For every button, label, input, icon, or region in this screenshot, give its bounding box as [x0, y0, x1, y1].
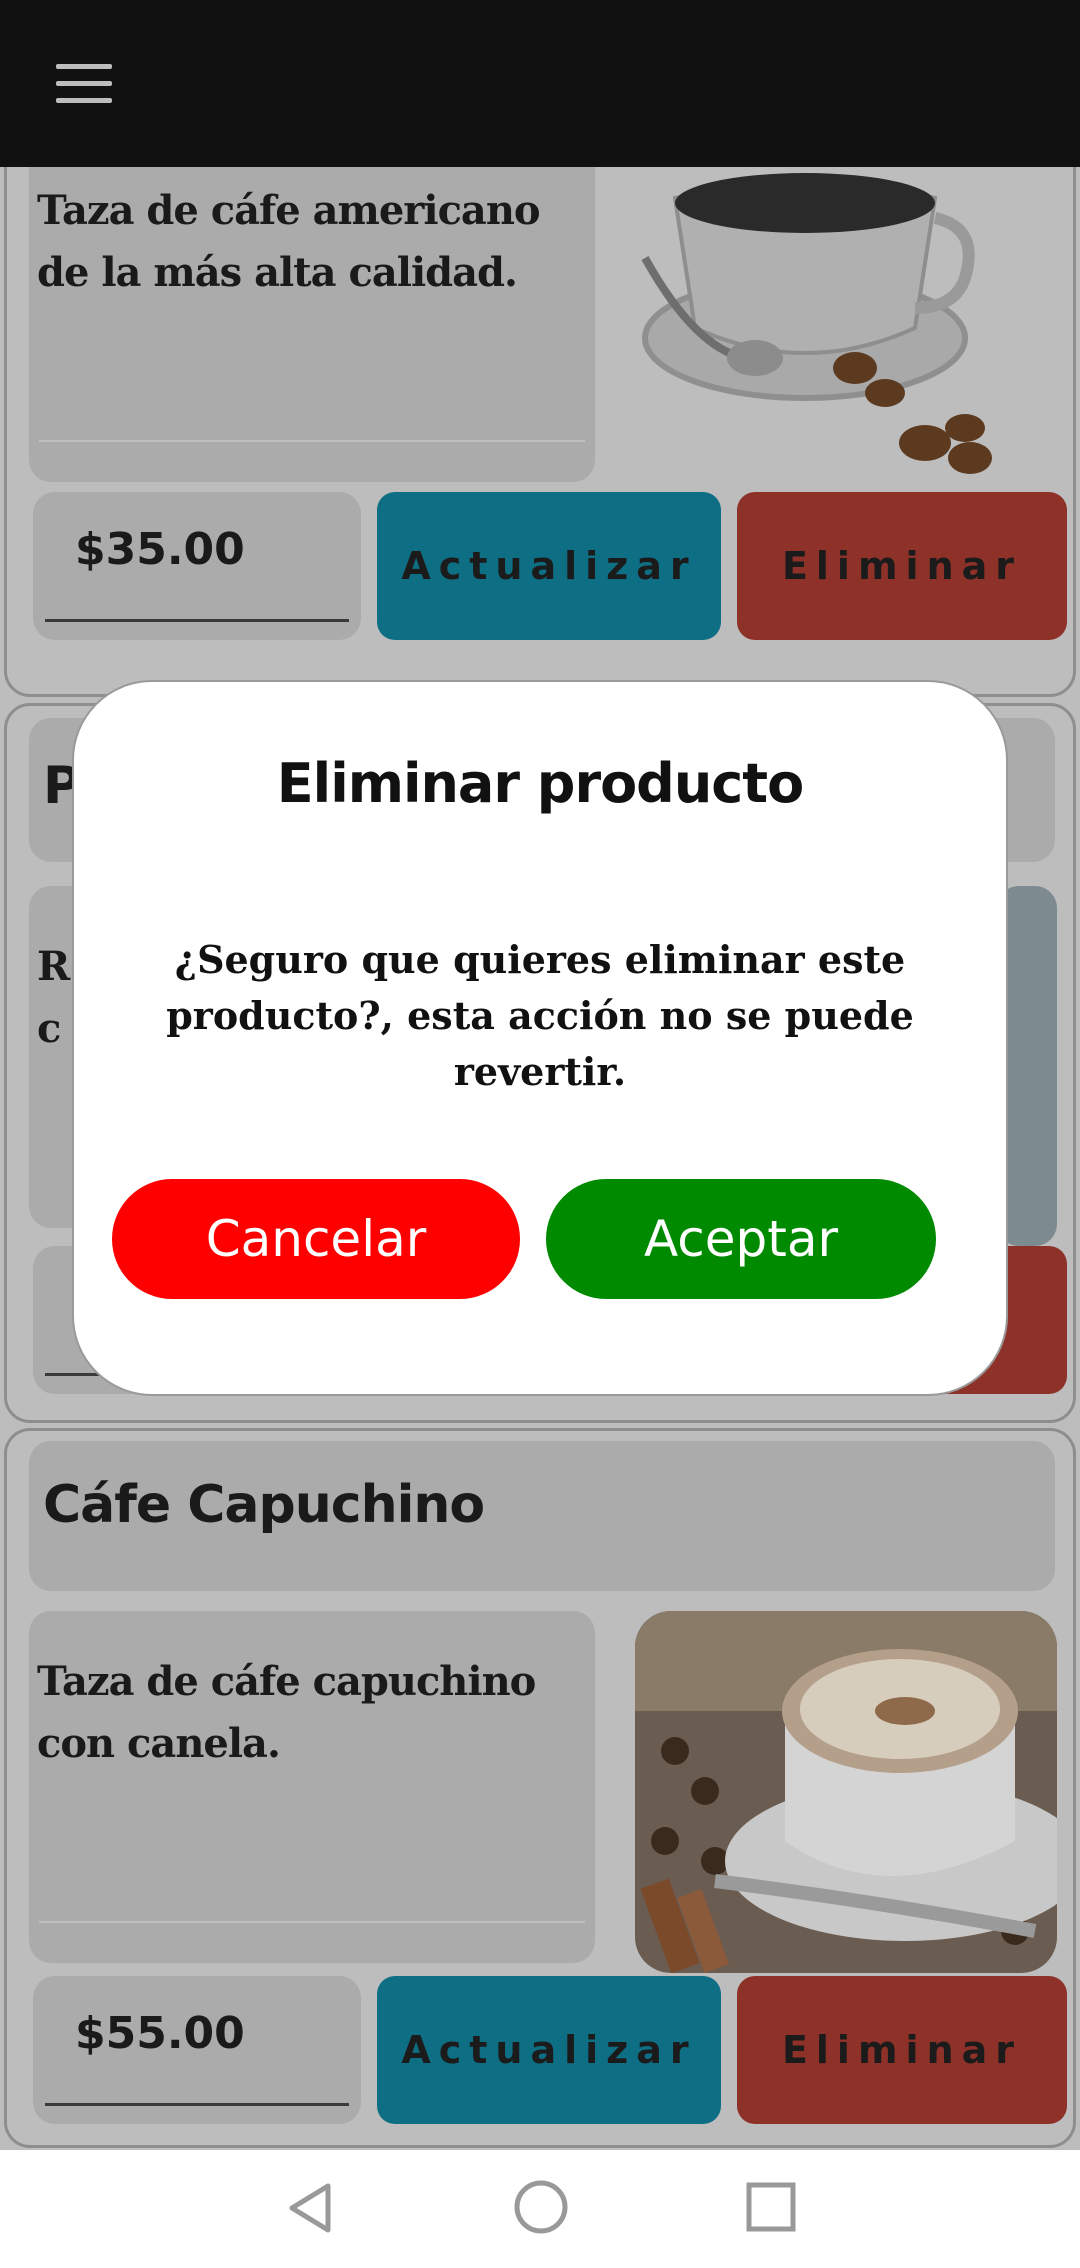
price-field[interactable]: $35.00: [33, 492, 361, 640]
cancel-button[interactable]: Cancelar: [112, 1179, 520, 1299]
product-description: Taza de cáfe capuchino con canela.: [37, 1658, 536, 1767]
update-button[interactable]: Actualizar: [377, 1976, 721, 2124]
product-image: [635, 167, 997, 488]
back-triangle-icon[interactable]: [282, 2180, 338, 2236]
price-value: $35.00: [75, 524, 245, 575]
hamburger-menu-icon[interactable]: [56, 64, 112, 104]
price-field[interactable]: $55.00: [33, 1976, 361, 2124]
product-description: Taza de cáfe americano de la más alta ca…: [37, 187, 541, 296]
recents-square-icon[interactable]: [744, 2180, 798, 2234]
product-card: Taza de cáfe americano de la más alta ca…: [4, 167, 1076, 697]
delete-button[interactable]: Eliminar: [737, 492, 1067, 640]
home-circle-icon[interactable]: [512, 2178, 570, 2236]
product-title-box: Cáfe Capuchino: [29, 1441, 1055, 1591]
dialog-title: Eliminar producto: [276, 752, 804, 815]
delete-confirm-dialog: Eliminar producto ¿Seguro que quieres el…: [72, 680, 1008, 1396]
product-image: [635, 1611, 1057, 1973]
product-description-box: Taza de cáfe americano de la más alta ca…: [29, 167, 595, 482]
update-button[interactable]: Actualizar: [377, 492, 721, 640]
dialog-message: ¿Seguro que quieres eliminar este produc…: [166, 937, 914, 1094]
product-title: Cáfe Capuchino: [43, 1475, 485, 1535]
system-nav-bar: [0, 2150, 1080, 2268]
delete-button[interactable]: Eliminar: [737, 1976, 1067, 2124]
product-description-box: Taza de cáfe capuchino con canela.: [29, 1611, 595, 1963]
price-value: $55.00: [75, 2008, 245, 2059]
product-card: Cáfe Capuchino Taza de cáfe capuchino co…: [4, 1428, 1076, 2148]
app-bar: [0, 0, 1080, 167]
accept-button[interactable]: Aceptar: [546, 1179, 936, 1299]
